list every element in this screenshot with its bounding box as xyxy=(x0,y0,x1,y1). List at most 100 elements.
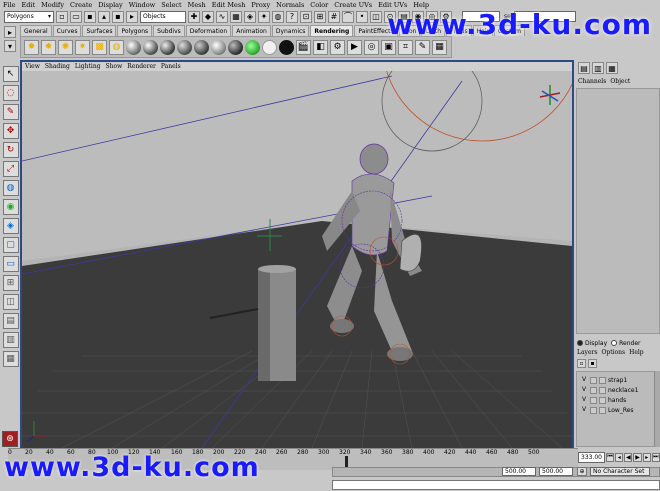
show-manipulator-icon[interactable]: ◈ xyxy=(2,218,19,234)
select-misc-icon[interactable]: ? xyxy=(286,10,298,23)
layer-type-box[interactable] xyxy=(590,406,597,414)
step-back-icon[interactable]: ◂ xyxy=(615,452,624,462)
paint-canvas-icon[interactable]: ✎ xyxy=(415,39,430,55)
last-tool-icon[interactable]: ▢ xyxy=(2,237,19,253)
panel-menu-view[interactable]: View xyxy=(25,63,40,70)
directional-light-icon[interactable]: ✸ xyxy=(41,39,56,55)
channel-box-body[interactable] xyxy=(576,88,660,334)
selection-mask-dropdown[interactable]: Objects xyxy=(140,10,186,23)
menu-select[interactable]: Select xyxy=(161,1,181,9)
range-start-field[interactable]: 500.00 xyxy=(502,467,536,476)
layer-visibility[interactable]: V xyxy=(580,396,588,404)
layer-menu-layers[interactable]: Layers xyxy=(577,349,597,358)
lambert-material-icon[interactable] xyxy=(126,39,141,55)
component-mode-icon[interactable]: ▸ xyxy=(126,10,138,23)
play-backward-icon[interactable]: ◀ xyxy=(624,452,633,462)
highlight-selection-icon[interactable]: ⊞ xyxy=(314,10,326,23)
layer-row[interactable]: V Low_Res xyxy=(577,405,659,415)
texture-placement-icon[interactable]: ⌗ xyxy=(398,39,413,55)
shelf-tab-deformation[interactable]: Deformation xyxy=(185,25,232,36)
persp-graph-layout-icon[interactable]: ▤ xyxy=(2,313,19,329)
hypershade-layout-icon[interactable]: ▥ xyxy=(2,332,19,348)
layer-row[interactable]: V necklace1 xyxy=(577,385,659,395)
layer-color-box[interactable] xyxy=(599,376,606,384)
soft-mod-tool-icon[interactable]: ◉ xyxy=(2,199,19,215)
menu-mesh[interactable]: Mesh xyxy=(188,1,206,9)
shelf-tab-animation[interactable]: Animation xyxy=(232,25,271,36)
use-background-icon[interactable] xyxy=(279,39,294,55)
save-scene-icon[interactable]: ▪ xyxy=(84,10,96,23)
rotate-tool-icon[interactable]: ↻ xyxy=(2,142,19,158)
shelf-tab-menu-icon[interactable]: ▸ xyxy=(4,26,16,38)
render-layers-radio[interactable]: Render xyxy=(611,340,641,347)
step-forward-icon[interactable]: ▸ xyxy=(642,452,651,462)
go-to-start-icon[interactable]: ⏮ xyxy=(605,452,615,462)
menu-create-uvs[interactable]: Create UVs xyxy=(334,1,372,9)
render-globals-icon[interactable]: ⚙ xyxy=(330,39,345,55)
persp-outliner-layout-icon[interactable]: ◫ xyxy=(2,294,19,310)
layer-type-box[interactable] xyxy=(590,376,597,384)
channel-box-icon[interactable]: ▤ xyxy=(578,62,590,74)
menu-create[interactable]: Create xyxy=(70,1,92,9)
shelf-tab-general[interactable]: General xyxy=(20,25,52,36)
new-layer-icon[interactable]: ▫ xyxy=(577,359,586,368)
shelf-tab-rendering[interactable]: Rendering xyxy=(310,25,354,36)
graph-layout-icon[interactable]: ▦ xyxy=(2,351,19,367)
menu-proxy[interactable]: Proxy xyxy=(251,1,270,9)
character-set-dropdown[interactable]: No Character Set xyxy=(590,467,650,476)
layer-type-box[interactable] xyxy=(590,386,597,394)
panel-menu-renderer[interactable]: Renderer xyxy=(127,63,156,70)
shelf-tab-polygons[interactable]: Polygons xyxy=(117,25,153,36)
menu-window[interactable]: Window xyxy=(129,1,155,9)
snap-view-plane-icon[interactable]: ◫ xyxy=(370,10,382,23)
layer-editor-icon[interactable]: ▥ xyxy=(592,62,604,74)
shelf-editor-icon[interactable]: ▾ xyxy=(4,40,16,52)
shelf-tab-subdivs[interactable]: Subdivs xyxy=(153,25,185,36)
paint-select-tool-icon[interactable]: ✎ xyxy=(2,104,19,120)
open-scene-icon[interactable]: ▭ xyxy=(70,10,82,23)
lock-selection-icon[interactable]: ⊡ xyxy=(300,10,312,23)
area-light-icon[interactable]: ▩ xyxy=(92,39,107,55)
select-surfaces-icon[interactable]: ▦ xyxy=(230,10,242,23)
point-light-icon[interactable]: ✺ xyxy=(58,39,73,55)
ipr-icon[interactable]: ◎ xyxy=(364,39,379,55)
command-input[interactable] xyxy=(332,480,660,490)
select-deformers-icon[interactable]: ◈ xyxy=(244,10,256,23)
volume-light-icon[interactable]: ◍ xyxy=(109,39,124,55)
menu-normals[interactable]: Normals xyxy=(276,1,304,9)
snap-point-icon[interactable]: • xyxy=(356,10,368,23)
layer-row[interactable]: V strap1 xyxy=(577,375,659,385)
channel-box-menu-object[interactable]: Object xyxy=(610,78,630,87)
channel-box-menu-channels[interactable]: Channels xyxy=(578,78,606,87)
new-scene-icon[interactable]: ▫ xyxy=(56,10,68,23)
batch-render-icon[interactable]: ▶ xyxy=(347,39,362,55)
select-joints-icon[interactable]: ◆ xyxy=(202,10,214,23)
layered-shader-icon[interactable] xyxy=(211,39,226,55)
select-tool-icon[interactable]: ↖ xyxy=(2,66,19,82)
layer-menu-options[interactable]: Options xyxy=(601,349,625,358)
lasso-tool-icon[interactable]: ◌ xyxy=(2,85,19,101)
snap-grid-icon[interactable]: # xyxy=(328,10,340,23)
object-mode-icon[interactable]: ▪ xyxy=(112,10,124,23)
move-tool-icon[interactable]: ✥ xyxy=(2,123,19,139)
anisotropic-material-icon[interactable] xyxy=(194,39,209,55)
ramp-shader-icon[interactable] xyxy=(228,39,243,55)
range-end-field[interactable]: 500.00 xyxy=(539,467,573,476)
manipulator-tool-icon[interactable]: ◍ xyxy=(2,180,19,196)
perspective-viewport[interactable] xyxy=(22,71,572,448)
camera-icon[interactable]: ▣ xyxy=(381,39,396,55)
scale-tool-icon[interactable]: ⤢ xyxy=(2,161,19,177)
panel-menu-shading[interactable]: Shading xyxy=(45,63,70,70)
phonge-material-icon[interactable] xyxy=(177,39,192,55)
hypershade-icon[interactable]: ◧ xyxy=(313,39,328,55)
layer-color-box[interactable] xyxy=(599,386,606,394)
layer-visibility[interactable]: V xyxy=(580,406,588,414)
snap-curve-icon[interactable]: ⌒ xyxy=(342,10,354,23)
menu-file[interactable]: File xyxy=(3,1,16,9)
layer-type-box[interactable] xyxy=(590,396,597,404)
layer-color-box[interactable] xyxy=(599,396,606,404)
blinn-material-icon[interactable] xyxy=(143,39,158,55)
play-forward-icon[interactable]: ▶ xyxy=(633,452,642,462)
select-rendering-icon[interactable]: ◍ xyxy=(272,10,284,23)
layer-visibility[interactable]: V xyxy=(580,376,588,384)
